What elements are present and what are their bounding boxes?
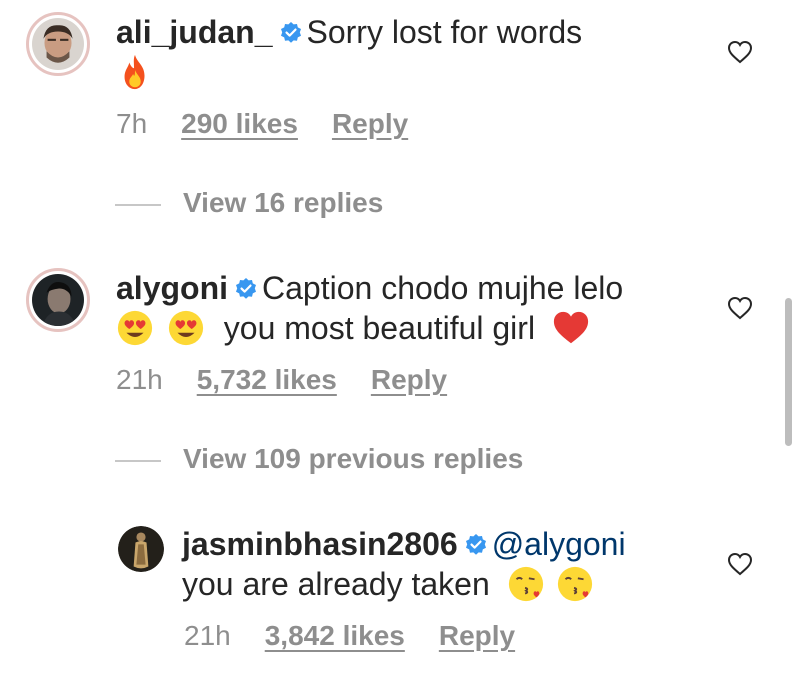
reply-button[interactable]: Reply bbox=[439, 620, 515, 651]
comment-text-line2: you most beautiful girl bbox=[223, 310, 536, 346]
avatar[interactable] bbox=[26, 12, 90, 76]
avatar-image bbox=[118, 526, 164, 572]
heart-outline-icon[interactable] bbox=[727, 40, 753, 64]
verified-badge-icon bbox=[465, 534, 486, 555]
likes-link[interactable]: 290 likes bbox=[181, 108, 298, 139]
username[interactable]: jasminbhasin2806 bbox=[182, 526, 458, 562]
avatar-image bbox=[32, 274, 84, 326]
verified-badge-icon bbox=[280, 22, 301, 43]
mention-link[interactable]: @alygoni bbox=[492, 526, 626, 562]
divider-line bbox=[115, 204, 161, 206]
comment-text: Sorry lost for words bbox=[306, 14, 583, 50]
likes-link[interactable]: 5,732 likes bbox=[197, 364, 337, 395]
heart-eyes-emoji bbox=[168, 310, 203, 346]
reply-button[interactable]: Reply bbox=[371, 364, 447, 395]
comment-text: Caption chodo mujhe lelo bbox=[262, 270, 624, 306]
view-replies-label: View 16 replies bbox=[183, 187, 384, 218]
comment-time: 7h bbox=[116, 108, 148, 139]
username[interactable]: alygoni bbox=[116, 270, 228, 306]
view-replies-label: View 109 previous replies bbox=[183, 443, 524, 474]
red-heart-emoji bbox=[553, 311, 589, 344]
heart-eyes-emoji bbox=[117, 310, 153, 346]
view-previous-replies-button[interactable]: View 109 previous replies bbox=[115, 443, 524, 475]
kissing-heart-emoji bbox=[508, 566, 543, 602]
divider-line bbox=[115, 460, 161, 462]
view-replies-button[interactable]: View 16 replies bbox=[115, 187, 384, 219]
heart-outline-icon[interactable] bbox=[727, 552, 753, 576]
likes-link[interactable]: 3,842 likes bbox=[265, 620, 405, 651]
avatar[interactable] bbox=[118, 526, 164, 572]
avatar[interactable] bbox=[26, 268, 90, 332]
heart-outline-icon[interactable] bbox=[727, 296, 753, 320]
reply-button[interactable]: Reply bbox=[332, 108, 408, 139]
comment-time: 21h bbox=[116, 364, 163, 395]
comment-text: you are already taken bbox=[182, 566, 490, 602]
verified-badge-icon bbox=[236, 278, 257, 299]
avatar-image bbox=[32, 18, 84, 70]
comment-time: 21h bbox=[184, 620, 231, 651]
fire-emoji bbox=[124, 54, 145, 90]
scrollbar[interactable] bbox=[785, 298, 792, 446]
username[interactable]: ali_judan_ bbox=[116, 14, 273, 50]
kissing-heart-emoji bbox=[557, 566, 592, 602]
